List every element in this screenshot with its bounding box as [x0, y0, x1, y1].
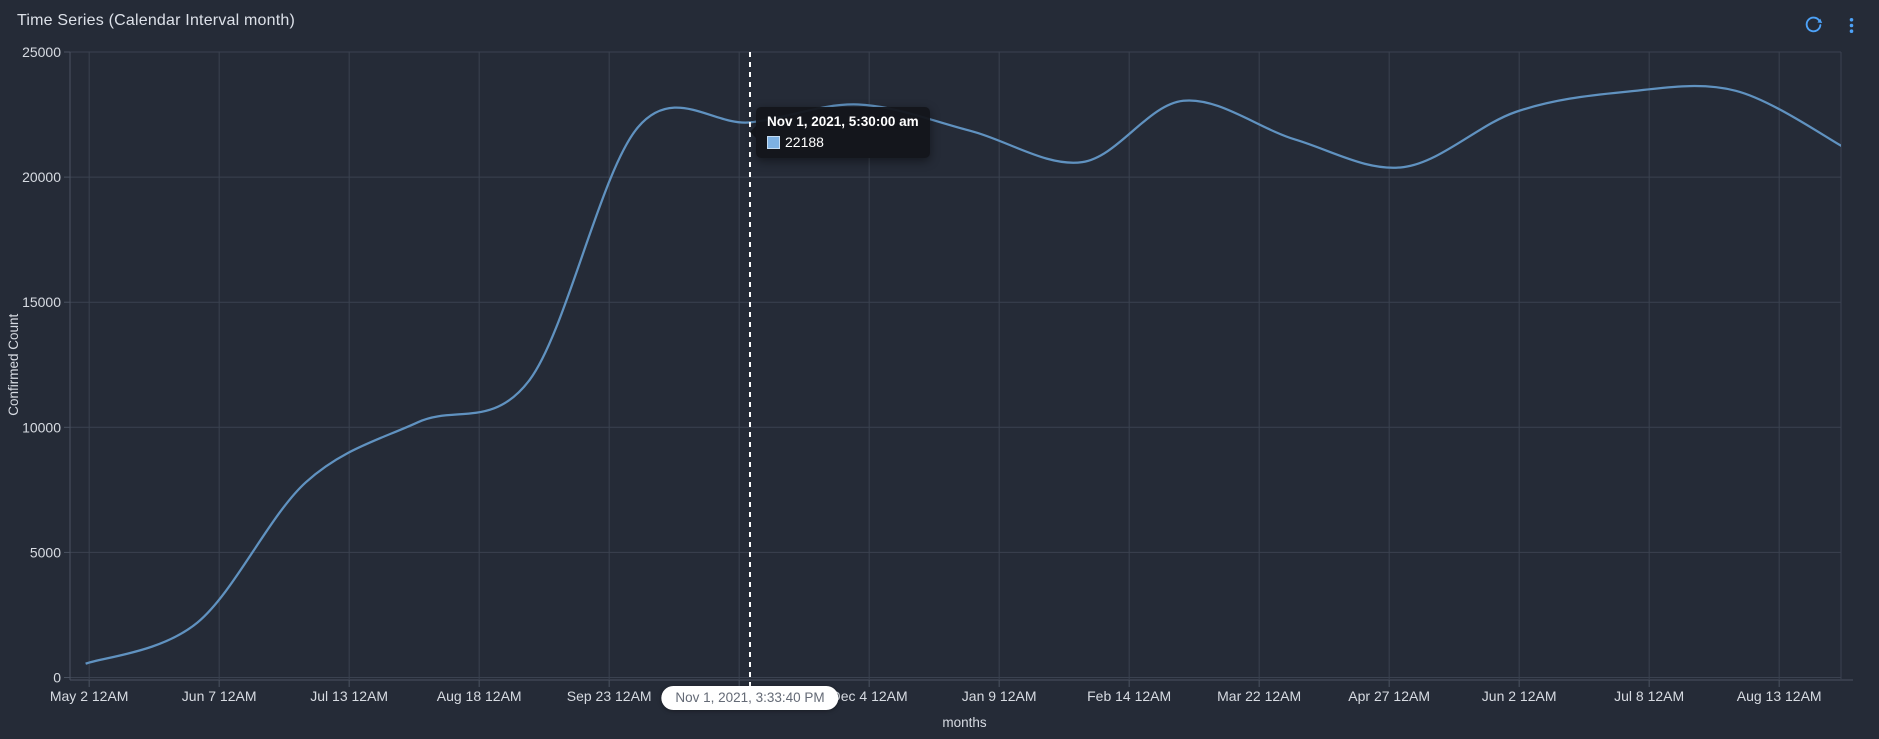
x-tick-label: Jun 7 12AM: [182, 688, 257, 704]
y-axis-title: Confirmed Count: [6, 313, 21, 415]
x-tick-label: Jan 9 12AM: [962, 688, 1037, 704]
x-tick-label: Jul 13 12AM: [310, 688, 388, 704]
tooltip-series-row: 22188: [767, 134, 919, 150]
x-tick-label: Aug 13 12AM: [1737, 688, 1822, 704]
chart-tooltip: Nov 1, 2021, 5:30:00 am 22188: [750, 107, 930, 158]
series-color-swatch: [767, 135, 780, 149]
y-tick-label: 20000: [22, 169, 61, 185]
tooltip-header: Nov 1, 2021, 5:30:00 am: [767, 114, 919, 129]
x-tick-label: Feb 14 12AM: [1087, 688, 1171, 704]
x-tick-label: Jul 8 12AM: [1614, 688, 1684, 704]
tooltip-value: 22188: [785, 134, 824, 150]
x-tick-label: Mar 22 12AM: [1217, 688, 1301, 704]
plot-area[interactable]: [70, 52, 1841, 678]
x-tick-label: Jun 2 12AM: [1482, 688, 1557, 704]
x-tick-label: May 2 12AM: [50, 688, 129, 704]
y-tick-label: 0: [53, 670, 61, 686]
y-tick-label: 15000: [22, 294, 61, 310]
x-axis-title: months: [942, 715, 987, 730]
timeseries-panel: Time Series (Calendar Interval month) 05…: [0, 0, 1879, 739]
x-tick-label: Sep 23 12AM: [567, 688, 652, 704]
x-tick-label: Dec 4 12AM: [831, 688, 908, 704]
y-tick-label: 5000: [30, 544, 61, 560]
line-chart: 0 5000 10000 15000 20000 25000 May 2 12AM Jun 7…: [6, 44, 1853, 730]
y-tick-label: 25000: [22, 44, 61, 60]
crosshair-time-label: Nov 1, 2021, 3:33:40 PM: [661, 686, 839, 710]
y-tick-label: 10000: [22, 419, 61, 435]
x-tick-label: Aug 18 12AM: [437, 688, 522, 704]
x-tick-label: Apr 27 12AM: [1348, 688, 1430, 704]
